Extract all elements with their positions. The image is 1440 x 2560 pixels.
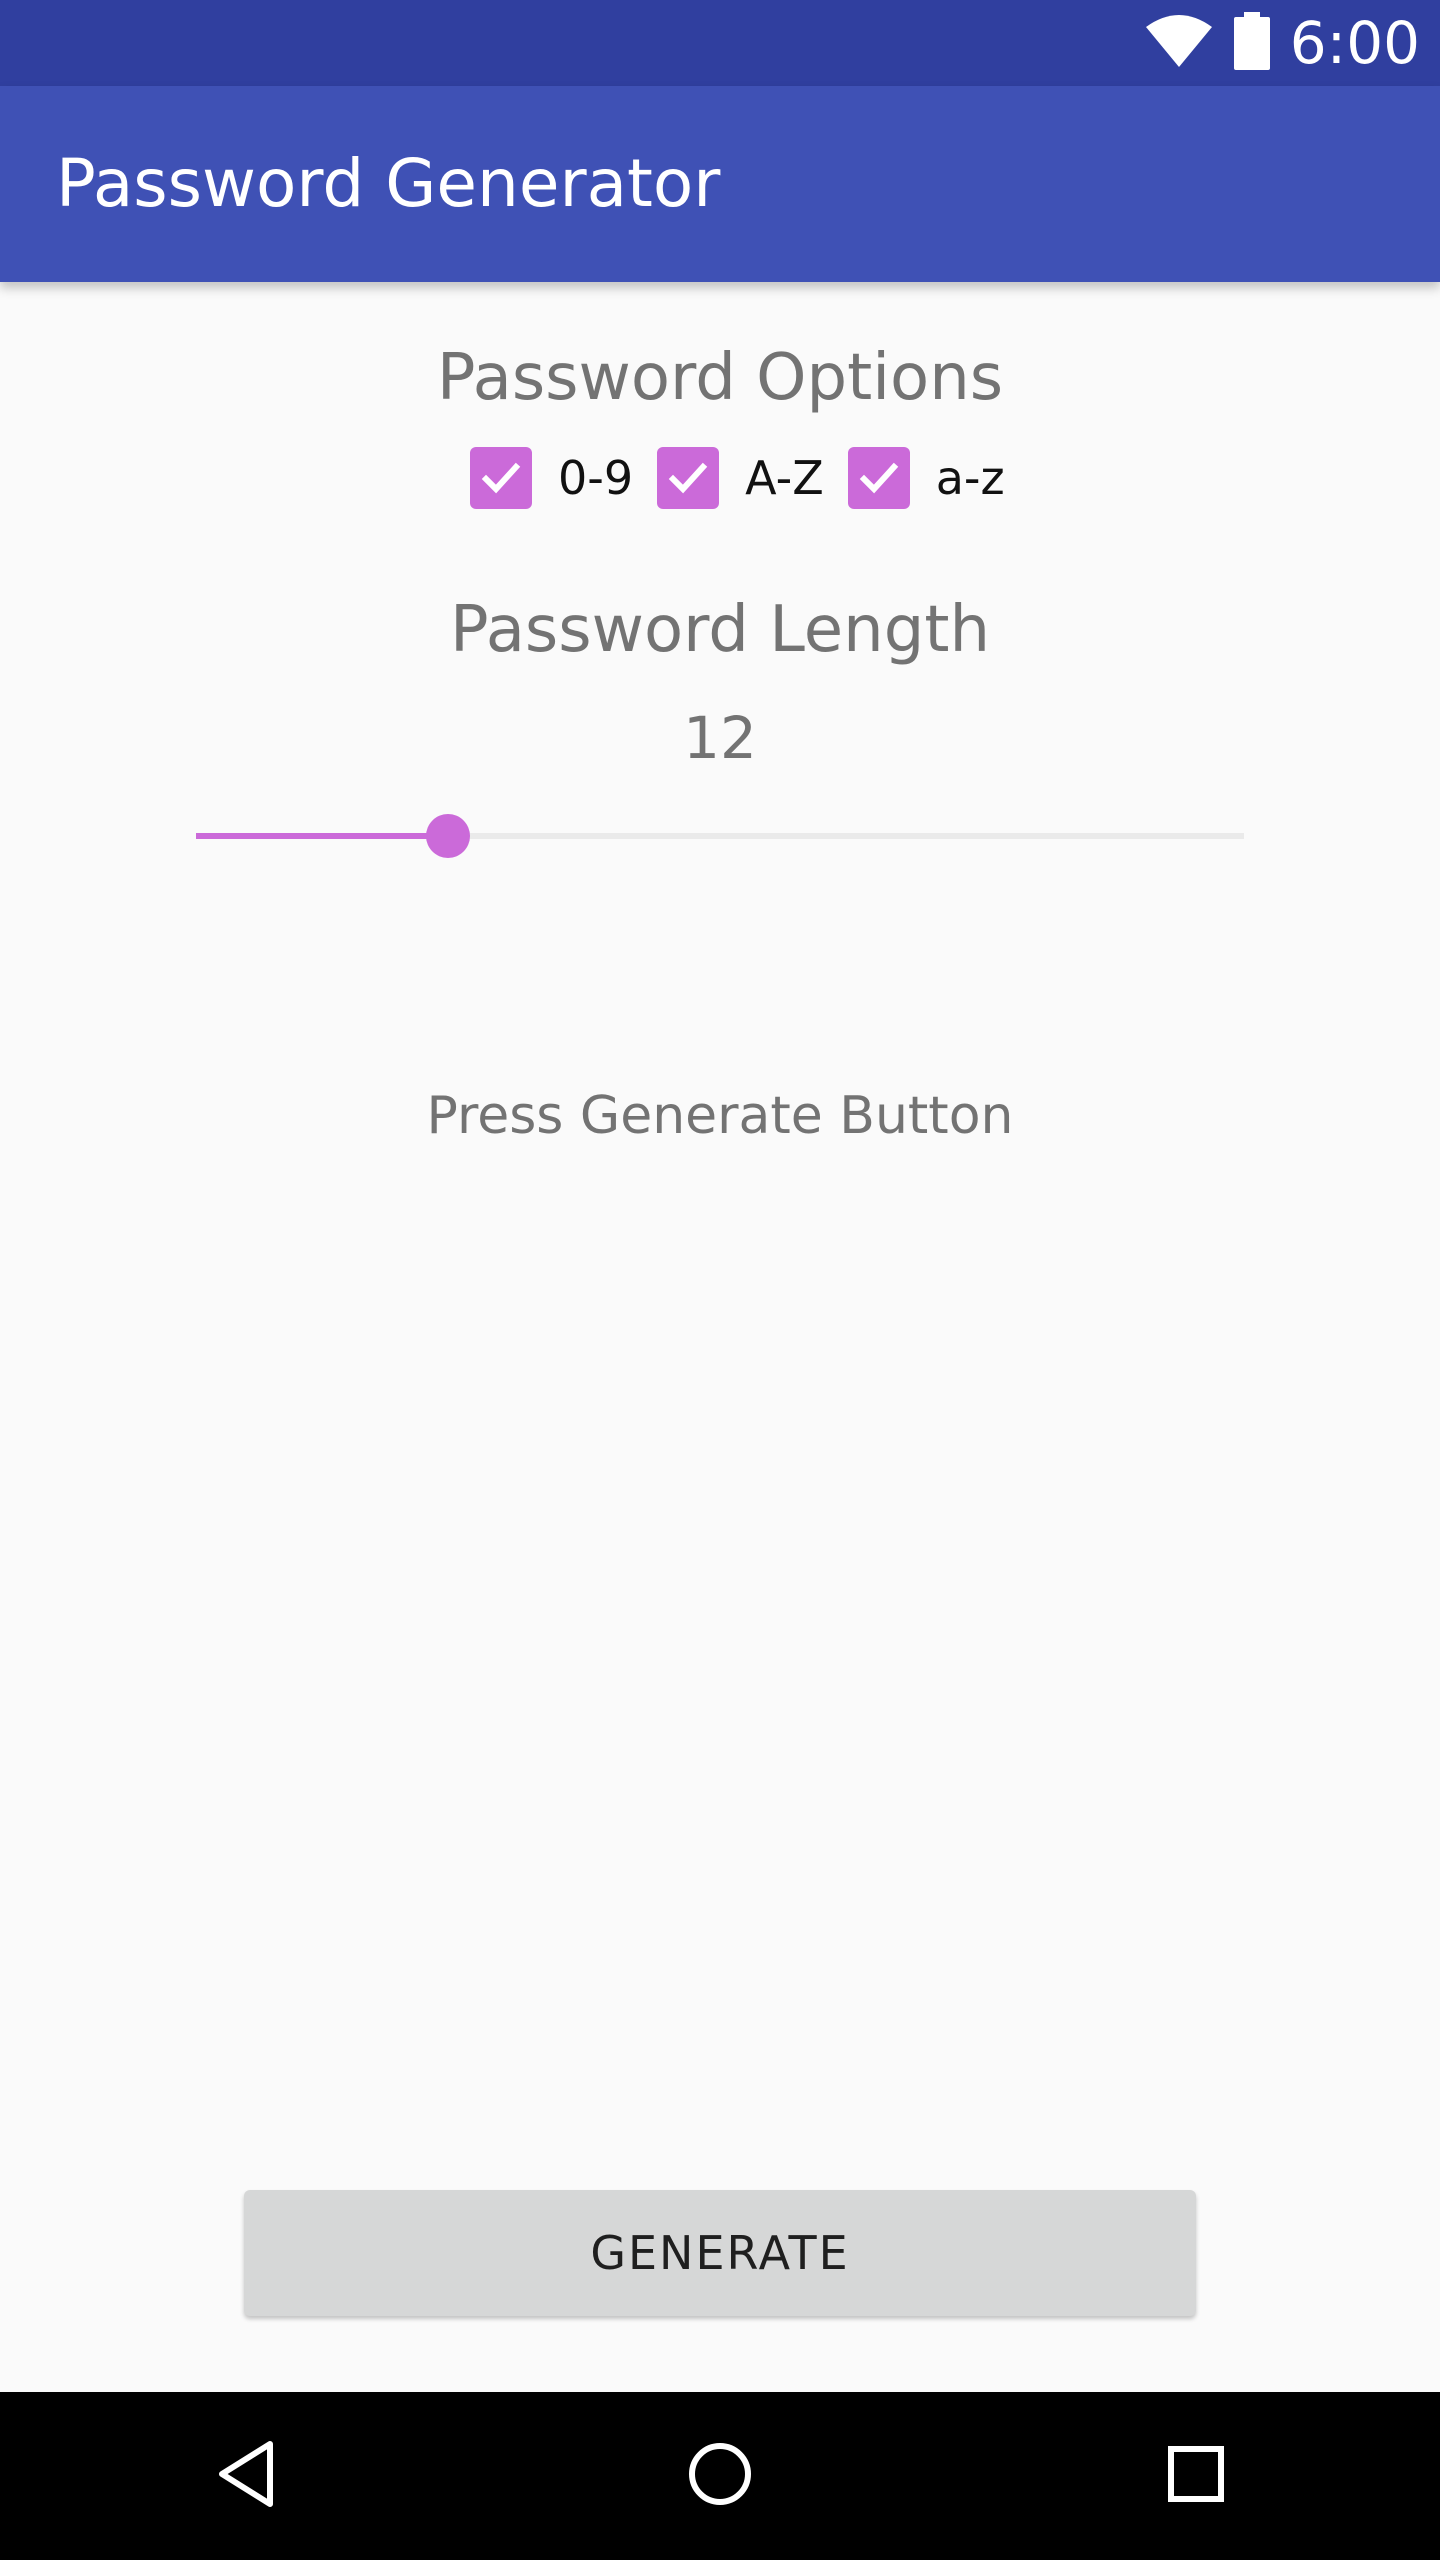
app-title: Password Generator	[56, 145, 721, 222]
wifi-icon	[1144, 13, 1214, 73]
password-length-title: Password Length	[449, 593, 991, 667]
status-time: 6:00	[1289, 9, 1420, 77]
password-length-value: 12	[683, 704, 757, 772]
app-bar: Password Generator	[0, 86, 1440, 282]
back-button[interactable]	[146, 2392, 346, 2560]
battery-icon	[1232, 12, 1272, 74]
password-options-checkboxes: 0-9 A-Z a-z	[470, 444, 1005, 512]
checkbox-checked-icon[interactable]	[847, 447, 910, 509]
generate-button[interactable]: GENERATE	[244, 2190, 1196, 2316]
home-icon[interactable]	[686, 2440, 754, 2512]
password-options-title: Password Options	[436, 341, 1004, 415]
checkbox-lowercase-label[interactable]: a-z	[936, 451, 1005, 505]
checkbox-checked-icon[interactable]	[470, 447, 532, 509]
home-button[interactable]	[620, 2392, 820, 2560]
checkbox-uppercase-label[interactable]: A-Z	[745, 451, 824, 505]
checkbox-uppercase[interactable]: A-Z	[657, 447, 824, 509]
checkbox-digits[interactable]: 0-9	[470, 447, 633, 509]
generated-password-text: Press Generate Button	[426, 1086, 1014, 1146]
slider-fill	[196, 833, 448, 839]
status-bar: 6:00	[0, 0, 1440, 86]
checkbox-lowercase[interactable]: a-z	[847, 447, 1005, 509]
recent-apps-button[interactable]	[1096, 2392, 1296, 2560]
recent-apps-icon[interactable]	[1166, 2444, 1226, 2508]
password-length-slider[interactable]	[196, 814, 1244, 858]
checkbox-digits-label[interactable]: 0-9	[558, 451, 633, 505]
checkbox-checked-icon[interactable]	[657, 447, 720, 509]
status-icons: 6:00	[1144, 0, 1420, 86]
back-icon[interactable]	[214, 2438, 278, 2514]
slider-thumb[interactable]	[425, 814, 470, 858]
navigation-bar	[0, 2392, 1440, 2560]
